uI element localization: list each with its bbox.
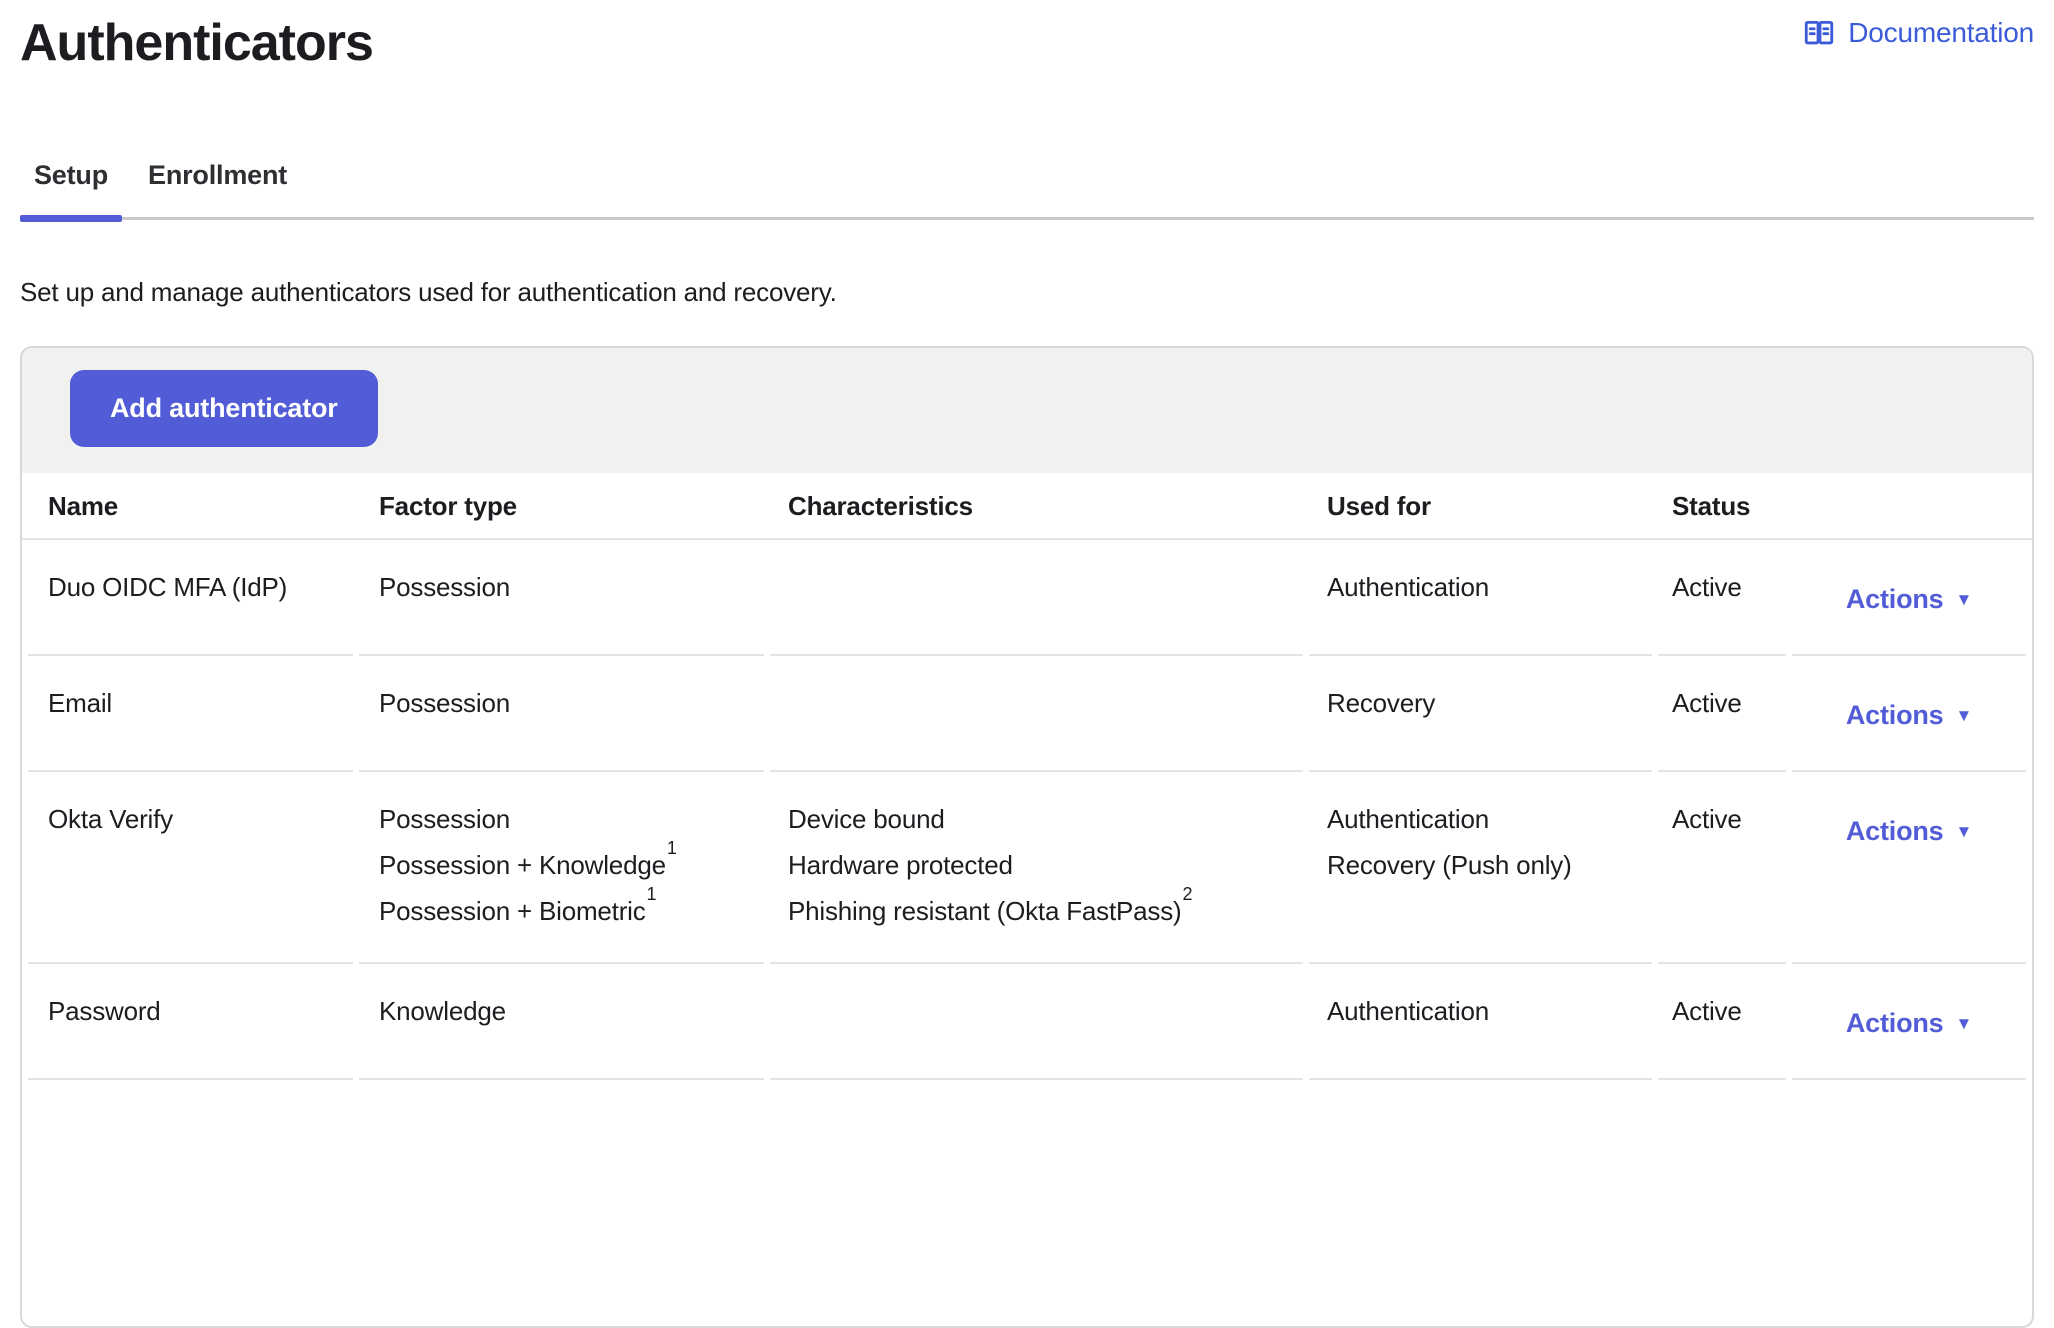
column-header-characteristics: Characteristics — [770, 473, 1303, 538]
cell-line: Recovery — [1327, 680, 1652, 726]
page-header: Authenticators Documentation — [20, 0, 2034, 74]
footnote-ref: 2 — [1182, 884, 1192, 904]
documentation-link-label: Documentation — [1848, 17, 2034, 49]
factor-type-cell: PossessionPossession + Knowledge1Possess… — [359, 772, 764, 964]
table-row: Duo OIDC MFA (IdP) Possession Authenticati… — [22, 540, 2032, 656]
characteristics-cell: Device boundHardware protectedPhishing r… — [770, 772, 1303, 964]
cell-line: Authentication — [1327, 988, 1652, 1034]
cell-line: Possession — [379, 796, 764, 842]
authenticator-name: Duo OIDC MFA (IdP) — [28, 540, 353, 656]
cell-line: Recovery (Push only) — [1327, 842, 1652, 888]
chevron-down-icon: ▼ — [1955, 822, 1972, 841]
cell-line: Phishing resistant (Okta FastPass)2 — [788, 888, 1303, 934]
footnote-ref: 1 — [647, 884, 657, 904]
status-cell: Active — [1658, 772, 1786, 964]
chevron-down-icon: ▼ — [1955, 590, 1972, 609]
used-for-cell: AuthenticationRecovery (Push only) — [1309, 772, 1652, 964]
actions-menu-button[interactable]: Actions▼ — [1846, 584, 1972, 614]
authenticator-name: Okta Verify — [28, 772, 353, 964]
chevron-down-icon: ▼ — [1955, 706, 1972, 725]
cell-line: Possession — [379, 564, 764, 610]
column-header-factor-type: Factor type — [359, 473, 764, 538]
actions-cell: Actions▼ — [1792, 772, 2026, 964]
cell-line: Authentication — [1327, 564, 1652, 610]
table-row: Okta VerifyPossessionPossession + Knowle… — [22, 772, 2032, 964]
authenticators-panel: Add authenticator Name Factor type Chara… — [20, 346, 2034, 1328]
book-open-icon — [1802, 16, 1836, 50]
characteristics-cell — [770, 656, 1303, 772]
cell-line: Device bound — [788, 796, 1303, 842]
actions-menu-button[interactable]: Actions▼ — [1846, 700, 1972, 730]
actions-menu-button[interactable]: Actions▼ — [1846, 1008, 1972, 1038]
table-empty-area — [22, 1080, 2032, 1326]
footnote-ref: 1 — [667, 838, 677, 858]
factor-type-cell: Possession — [359, 540, 764, 656]
documentation-link[interactable]: Documentation — [1802, 16, 2034, 50]
table-body: Duo OIDC MFA (IdP) Possession Authenticati… — [22, 540, 2032, 1080]
status-cell: Active — [1658, 656, 1786, 772]
cell-line: Knowledge — [379, 988, 764, 1034]
table-row: Password Knowledge AuthenticationActive Act… — [22, 964, 2032, 1080]
cell-line: Hardware protected — [788, 842, 1303, 888]
chevron-down-icon: ▼ — [1955, 1014, 1972, 1033]
tab-enrollment-label: Enrollment — [148, 160, 287, 190]
tab-setup[interactable]: Setup — [20, 160, 122, 217]
authenticator-name: Password — [28, 964, 353, 1080]
authenticators-table: Name Factor type Characteristics Used fo… — [22, 473, 2032, 1326]
actions-cell: Actions▼ — [1792, 540, 2026, 656]
page-title: Authenticators — [20, 14, 373, 74]
used-for-cell: Authentication — [1309, 540, 1652, 656]
factor-type-cell: Possession — [359, 656, 764, 772]
panel-toolbar: Add authenticator — [22, 348, 2032, 473]
status-cell: Active — [1658, 540, 1786, 656]
used-for-cell: Recovery — [1309, 656, 1652, 772]
add-authenticator-button[interactable]: Add authenticator — [70, 370, 378, 447]
column-header-used-for: Used for — [1309, 473, 1652, 538]
actions-cell: Actions▼ — [1792, 964, 2026, 1080]
cell-line: Possession + Knowledge1 — [379, 842, 764, 888]
column-header-name: Name — [28, 473, 353, 538]
tab-bar: Setup Enrollment — [20, 160, 2034, 220]
column-header-status: Status — [1658, 473, 1786, 538]
authenticator-name: Email — [28, 656, 353, 772]
characteristics-cell — [770, 964, 1303, 1080]
authenticators-page: Authenticators Documentation Setup Enrol… — [0, 0, 2054, 1328]
column-header-actions — [1792, 473, 2026, 538]
page-description: Set up and manage authenticators used fo… — [20, 277, 2034, 308]
tab-enrollment[interactable]: Enrollment — [134, 160, 301, 217]
actions-cell: Actions▼ — [1792, 656, 2026, 772]
table-row: Email Possession RecoveryActive Actions▼ — [22, 656, 2032, 772]
cell-line: Authentication — [1327, 796, 1652, 842]
characteristics-cell — [770, 540, 1303, 656]
cell-line: Possession + Biometric1 — [379, 888, 764, 934]
factor-type-cell: Knowledge — [359, 964, 764, 1080]
used-for-cell: Authentication — [1309, 964, 1652, 1080]
tab-setup-label: Setup — [34, 160, 108, 190]
actions-menu-button[interactable]: Actions▼ — [1846, 816, 1972, 846]
status-cell: Active — [1658, 964, 1786, 1080]
cell-line: Possession — [379, 680, 764, 726]
table-header-row: Name Factor type Characteristics Used fo… — [22, 473, 2032, 540]
